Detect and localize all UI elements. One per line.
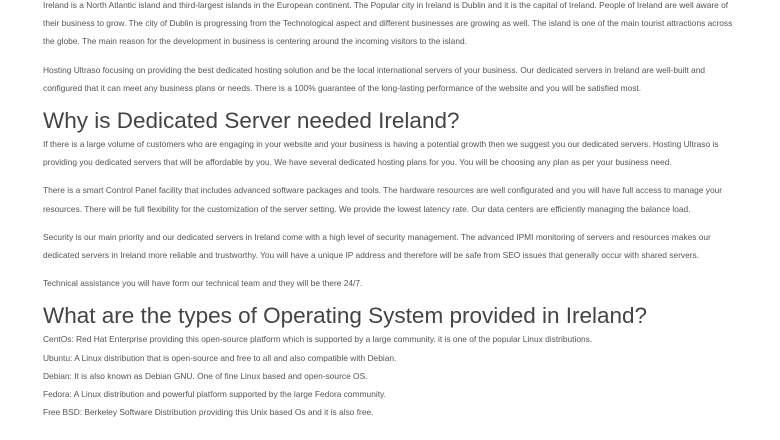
os-item-debian: Debian: It is also known as Debian GNU. …: [43, 370, 368, 381]
why-paragraph-4: Technical assistance you will have form …: [43, 278, 363, 289]
article-content: Ireland is a North Atlantic island and t…: [43, 0, 743, 421]
why-paragraph-1: If there is a large volume of customers …: [43, 139, 719, 168]
section-heading-os-types: What are the types of Operating System p…: [43, 303, 648, 329]
intro-paragraph-1: Ireland is a North Atlantic island and t…: [43, 0, 733, 47]
os-item-fedora: Fedora: A Linux distribution and powerfu…: [43, 389, 386, 400]
os-item-centos: CentOs: Red Hat Enterprise providing thi…: [43, 334, 593, 345]
why-paragraph-3: Security is our main priority and our de…: [43, 231, 711, 261]
intro-paragraph-2: Hosting Ultraso focusing on providing th…: [43, 64, 706, 93]
os-item-ubuntu: Ubuntu: A Linux distribution that is ope…: [43, 352, 397, 363]
section-heading-why-dedicated: Why is Dedicated Server needed Ireland?: [43, 108, 460, 134]
os-item-freebsd: Free BSD: Berkeley Software Distribution…: [43, 407, 374, 418]
why-paragraph-2: There is a smart Control Panel facility …: [43, 185, 723, 214]
os-list: CentOs: Red Hat Enterprise providing thi…: [43, 330, 743, 421]
page: Ireland is a North Atlantic island and t…: [0, 0, 780, 440]
